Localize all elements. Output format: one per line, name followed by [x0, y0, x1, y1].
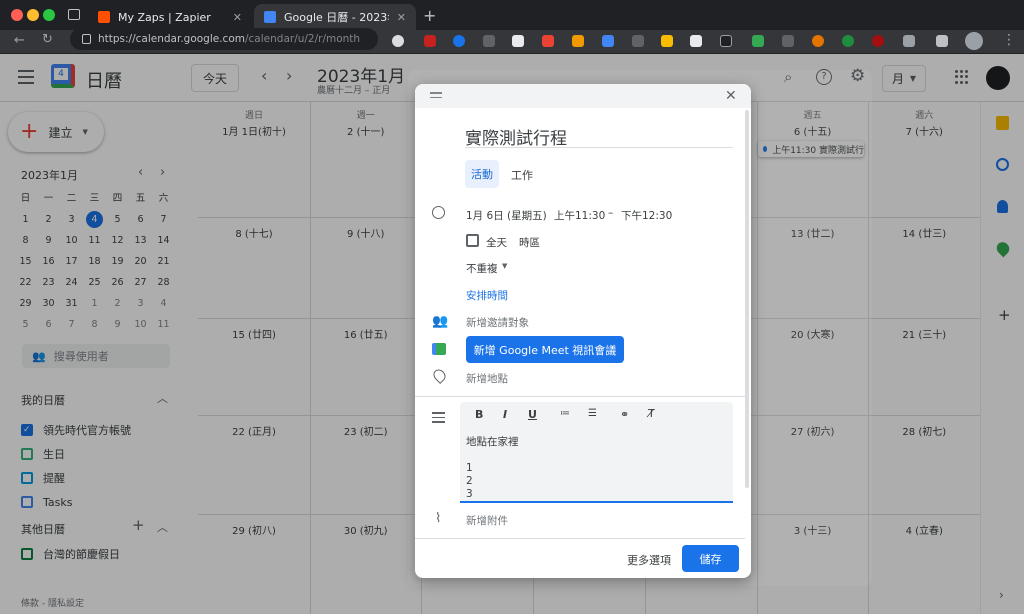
- google-meet-icon: [432, 343, 446, 355]
- extension-icon[interactable]: [602, 35, 614, 47]
- event-dialog: [415, 84, 751, 578]
- profile-avatar[interactable]: [965, 32, 983, 50]
- description-line: 地點在家裡: [466, 436, 519, 448]
- location-input[interactable]: 新增地點: [466, 371, 508, 386]
- description-line: 1: [466, 462, 473, 474]
- add-attachment-button[interactable]: 新增附件: [466, 513, 508, 528]
- calendar-favicon-icon: [264, 11, 276, 23]
- clock-icon: [432, 206, 445, 219]
- description-text[interactable]: 地點在家裡 1 2 3: [466, 436, 519, 501]
- tab-title: My Zaps | Zapier: [118, 10, 211, 24]
- clear-format-icon[interactable]: T̸: [648, 407, 655, 420]
- extension-icon[interactable]: [661, 35, 673, 47]
- extension-icon[interactable]: [720, 35, 732, 47]
- extension-icon[interactable]: [572, 35, 584, 47]
- extension-icon[interactable]: [392, 35, 404, 47]
- tab-actions-icon[interactable]: [68, 9, 80, 20]
- url-host: https://calendar.google.com: [98, 33, 245, 45]
- divider: [415, 396, 745, 397]
- description-icon: [432, 412, 445, 423]
- event-start-time[interactable]: 上午11:30: [554, 208, 605, 223]
- caret-down-icon[interactable]: ▼: [502, 262, 507, 270]
- extension-icon[interactable]: [632, 35, 644, 47]
- minimize-window-button[interactable]: [27, 9, 39, 21]
- tab-title: Google 日曆 - 2023年1月: [284, 11, 389, 24]
- numbered-list-icon[interactable]: ≔: [560, 408, 570, 419]
- link-icon[interactable]: ⚭: [620, 408, 629, 421]
- event-end-time[interactable]: 下午12:30: [621, 208, 672, 223]
- drag-icon: [430, 92, 442, 98]
- add-meet-button[interactable]: 新增 Google Meet 視訊會議: [466, 336, 624, 363]
- extension-icon[interactable]: [842, 35, 854, 47]
- time-separator: –: [608, 207, 614, 219]
- bold-icon[interactable]: B: [475, 408, 483, 421]
- divider: [415, 538, 745, 539]
- extension-icon[interactable]: [752, 35, 764, 47]
- description-line: 3: [466, 488, 473, 500]
- allday-label: 全天: [486, 237, 507, 249]
- back-icon[interactable]: ←: [14, 33, 25, 48]
- close-window-button[interactable]: [11, 9, 23, 21]
- close-tab-icon[interactable]: ✕: [397, 11, 406, 24]
- more-options-button[interactable]: 更多選項: [627, 552, 671, 568]
- tab-event[interactable]: 活動: [465, 160, 499, 188]
- puzzle-icon[interactable]: [903, 35, 915, 47]
- close-icon[interactable]: ✕: [725, 88, 737, 104]
- new-tab-button[interactable]: +: [423, 6, 436, 25]
- reload-icon[interactable]: ↻: [42, 32, 53, 47]
- extension-icon[interactable]: [453, 35, 465, 47]
- timezone-button[interactable]: 時區: [519, 235, 540, 250]
- bulleted-list-icon[interactable]: ☰: [588, 408, 597, 419]
- repeat-select[interactable]: 不重複: [466, 261, 498, 276]
- menu-icon[interactable]: ⋮: [1002, 32, 1016, 48]
- description-line: [466, 449, 519, 462]
- extension-icon[interactable]: [512, 35, 524, 47]
- extension-icon[interactable]: [872, 35, 884, 47]
- tab-task[interactable]: 工作: [511, 167, 533, 183]
- extension-icon[interactable]: [483, 35, 495, 47]
- close-tab-icon[interactable]: ✕: [233, 11, 242, 24]
- italic-icon[interactable]: I: [503, 408, 507, 421]
- extension-icon[interactable]: [812, 35, 824, 47]
- extension-icon[interactable]: [690, 35, 702, 47]
- url-path: /calendar/u/2/r/month: [245, 33, 361, 45]
- guests-icon: 👥: [432, 314, 449, 329]
- zoom-window-button[interactable]: [43, 9, 55, 21]
- lock-icon[interactable]: [82, 34, 91, 44]
- event-title-input[interactable]: 實際測試行程: [465, 124, 733, 149]
- tab-zapier[interactable]: My Zaps | Zapier ✕: [88, 4, 252, 30]
- event-date[interactable]: 1月 6日 (星期五): [466, 208, 547, 223]
- dialog-scrollbar[interactable]: [745, 110, 749, 488]
- underline-icon[interactable]: U: [528, 408, 537, 421]
- find-time-link[interactable]: 安排時間: [466, 288, 508, 303]
- allday-checkbox[interactable]: [466, 234, 479, 247]
- description-line: 2: [466, 475, 473, 487]
- extension-icon[interactable]: [936, 35, 948, 47]
- address-bar[interactable]: https://calendar.google.com/calendar/u/2…: [70, 28, 378, 50]
- save-button[interactable]: 儲存: [682, 545, 739, 572]
- zapier-favicon-icon: [98, 11, 110, 23]
- dialog-drag-handle[interactable]: [415, 84, 751, 108]
- paperclip-icon: ⌇: [435, 511, 442, 526]
- tab-calendar[interactable]: Google 日曆 - 2023年1月 ✕: [254, 4, 416, 30]
- extension-icon[interactable]: [542, 35, 554, 47]
- extension-icon[interactable]: [782, 35, 794, 47]
- extension-icon[interactable]: [424, 35, 436, 47]
- add-guests-input[interactable]: 新增邀請對象: [466, 315, 529, 330]
